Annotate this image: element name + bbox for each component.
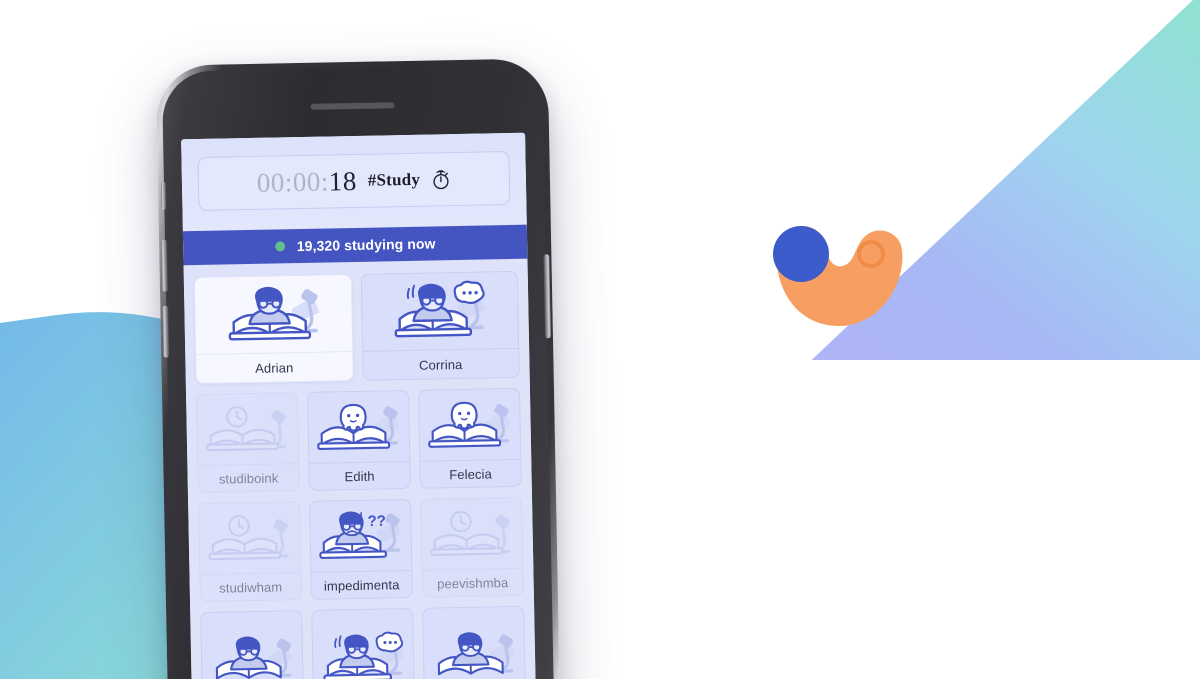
- timer-elapsed-dim: 00:00:: [256, 165, 330, 198]
- timer-display[interactable]: 00:00:18 #Study: [197, 151, 511, 211]
- question-marks-icon: ??: [360, 512, 386, 530]
- person-thinking-reading-icon: [312, 609, 414, 679]
- study-room-row: studiboink Edith Felecia: [196, 387, 522, 494]
- clock-book-lamp-icon: [199, 502, 300, 574]
- person-reading-icon: [423, 607, 525, 679]
- study-room-card-username: Adrian: [196, 351, 353, 384]
- svg-text:??: ??: [367, 513, 386, 530]
- phone-frame: 00:00:18 #Study 19,320 studying now Adri…: [155, 58, 562, 679]
- phone-bezel: 00:00:18 #Study 19,320 studying now Adri…: [160, 64, 555, 679]
- study-room-card-username: impedimenta: [311, 569, 412, 599]
- open-book-icon: [206, 428, 280, 452]
- clock-book-lamp-icon: [421, 498, 522, 570]
- person-avatar-icon: [335, 511, 370, 546]
- person-avatar-icon: [248, 286, 291, 326]
- logo-blue-dot: [773, 226, 829, 282]
- stopwatch-icon[interactable]: [431, 168, 451, 190]
- phone-screen: 00:00:18 #Study 19,320 studying now Adri…: [181, 132, 537, 679]
- study-room-row: Adrian Corrina: [193, 270, 520, 385]
- open-book-icon: [208, 537, 282, 561]
- canvas: 00:00:18 #Study 19,320 studying now Adri…: [0, 0, 1200, 679]
- study-room-card-username: Corrina: [362, 347, 519, 380]
- study-room-card-username: studiboink: [198, 463, 299, 493]
- timer-elapsed-lit: 18: [328, 165, 358, 196]
- motion-lines-icon: [407, 284, 416, 299]
- clock-book-lamp-icon: [197, 393, 298, 465]
- motion-lines-icon: [334, 634, 342, 648]
- timer-value: 00:00:18: [256, 165, 358, 198]
- person-avatar-icon: [339, 633, 375, 668]
- timer-zone: 00:00:18 #Study: [181, 132, 527, 232]
- person-avatar-icon: [451, 631, 490, 666]
- person-reading-icon: [201, 611, 303, 679]
- study-room-card-username: Felecia: [420, 458, 521, 488]
- study-room-card[interactable]: studiwham: [198, 501, 302, 603]
- octopus-reading-icon: [419, 389, 520, 461]
- live-dot-icon: [274, 241, 285, 252]
- study-room-card[interactable]: Felecia: [417, 387, 522, 489]
- phone-mockup: 00:00:18 #Study 19,320 studying now Adri…: [155, 58, 562, 679]
- study-room-card[interactable]: Edith: [306, 389, 411, 491]
- octopus-avatar-icon: [339, 403, 367, 432]
- clock-icon: [450, 510, 472, 533]
- study-room-card[interactable]: Adrian: [193, 274, 354, 385]
- study-room-card[interactable]: [311, 607, 416, 679]
- study-room-card-username: peevishmba: [422, 567, 523, 597]
- person-confused-reading-icon: ??: [310, 500, 411, 572]
- studying-now-count: 19,320 studying now: [296, 235, 436, 255]
- study-room-card[interactable]: [422, 605, 527, 679]
- person-avatar-icon: [229, 636, 268, 670]
- open-book-icon: [430, 533, 504, 556]
- study-room-row: studiwham ?? impedimenta peevishmba: [198, 496, 524, 603]
- person-avatar-icon: [412, 283, 454, 323]
- study-room-card[interactable]: [200, 610, 305, 679]
- study-room-card[interactable]: Corrina: [360, 270, 520, 381]
- person-glasses-reading-icon: [195, 275, 352, 354]
- clock-icon: [226, 406, 248, 428]
- study-room-card-username: Edith: [309, 460, 410, 490]
- study-room-row: [200, 605, 527, 679]
- volume-down-button[interactable]: [162, 305, 170, 358]
- person-thinking-reading-icon: [361, 272, 518, 351]
- study-room-card[interactable]: studiboink: [196, 392, 300, 494]
- brand-logo: [768, 222, 910, 330]
- octopus-avatar-icon: [450, 401, 478, 430]
- earpiece-speaker-icon: [310, 102, 395, 110]
- thought-bubble-icon: [375, 631, 404, 652]
- octopus-reading-icon: [308, 391, 409, 463]
- study-room-grid[interactable]: Adrian Corrina studiboink Edith Felecia …: [184, 259, 537, 679]
- volume-up-button[interactable]: [161, 239, 169, 292]
- thought-bubble-icon: [453, 280, 485, 304]
- study-app: 00:00:18 #Study 19,320 studying now Adri…: [181, 132, 537, 679]
- study-room-card-username: studiwham: [200, 572, 301, 602]
- study-room-card[interactable]: ?? impedimenta: [309, 498, 413, 600]
- clock-icon: [228, 515, 250, 537]
- study-room-card[interactable]: peevishmba: [420, 496, 524, 598]
- study-hashtag[interactable]: #Study: [368, 170, 421, 191]
- power-button[interactable]: [543, 254, 551, 339]
- silent-switch-button[interactable]: [160, 181, 167, 210]
